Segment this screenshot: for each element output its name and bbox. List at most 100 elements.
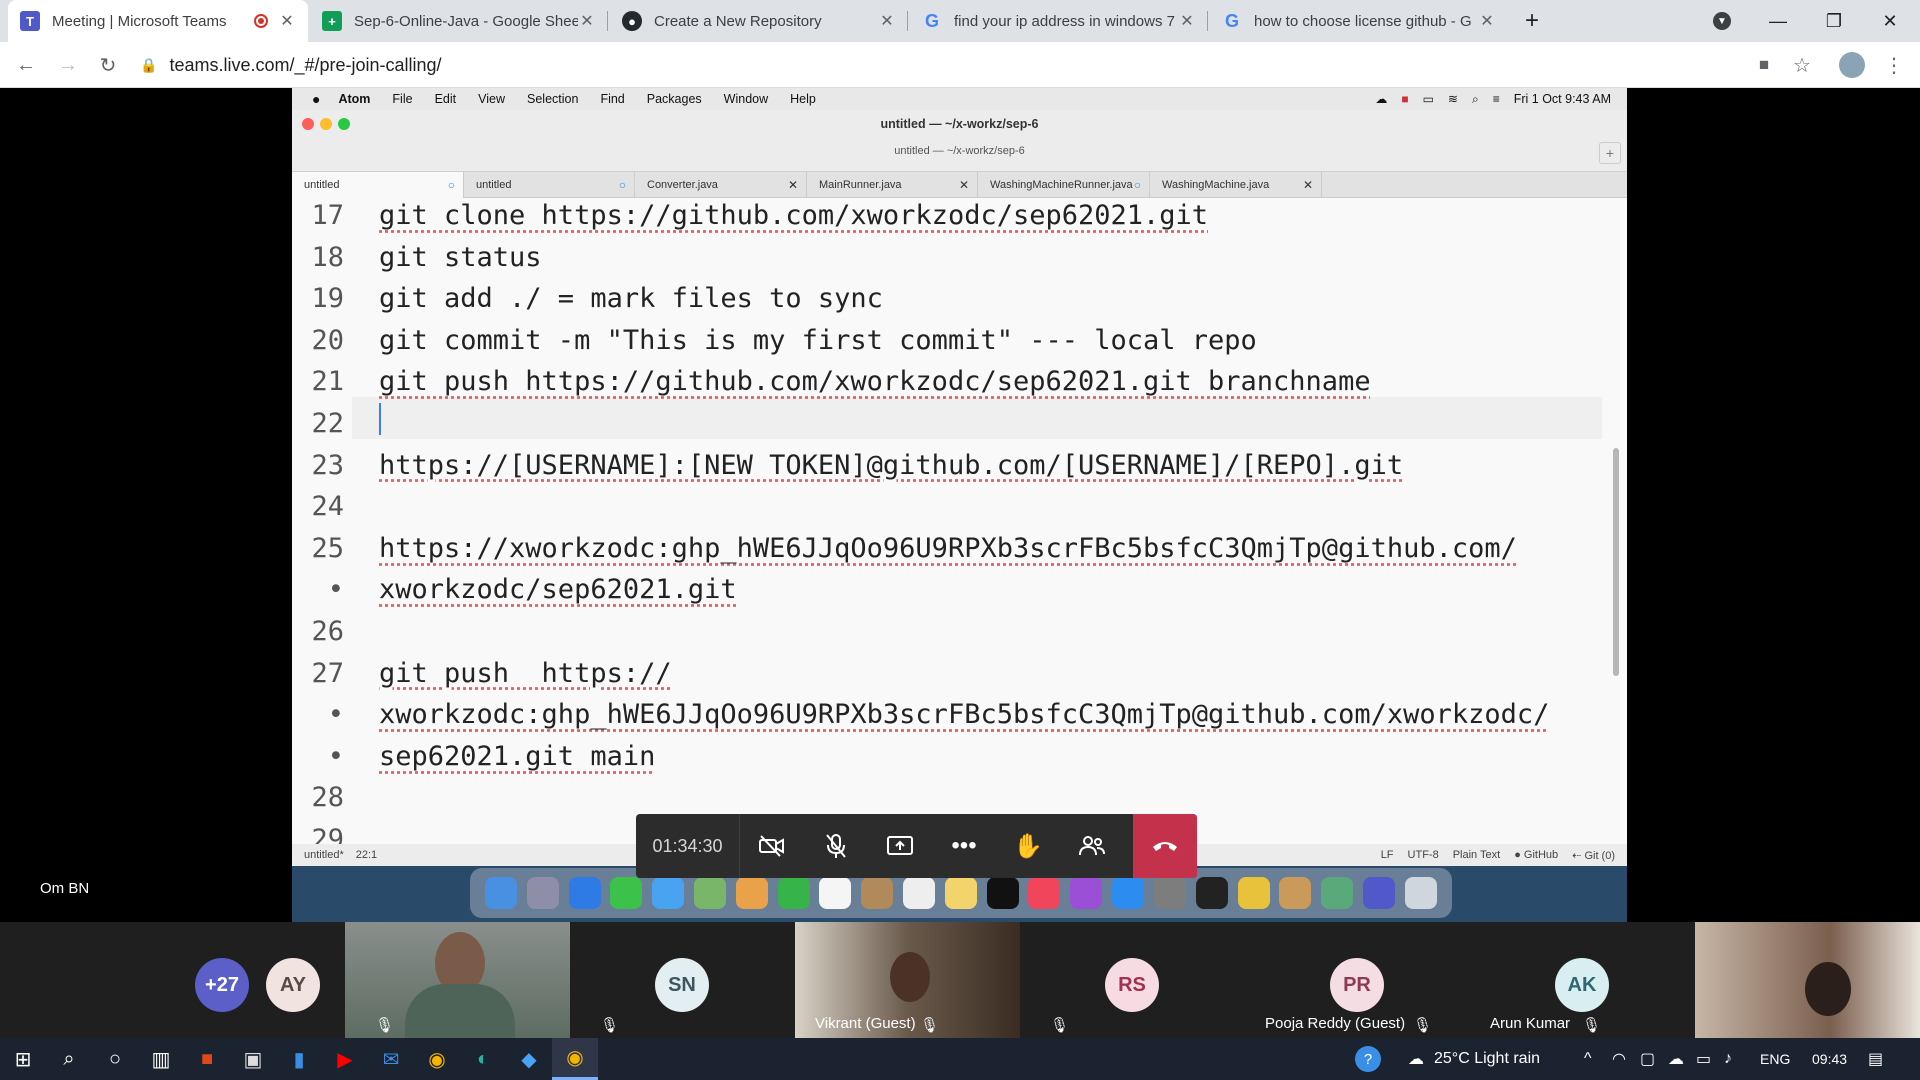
network-icon[interactable]: ◠ xyxy=(1612,1038,1626,1080)
add-tab-icon[interactable]: + xyxy=(1599,142,1621,164)
close-tab-icon[interactable]: ✕ xyxy=(1178,11,1196,31)
back-button[interactable]: ← xyxy=(10,42,42,88)
browser-tab-license[interactable]: G how to choose license github - G ✕ xyxy=(1210,0,1508,42)
participants-icon[interactable] xyxy=(1060,814,1124,878)
battery-tray-icon[interactable]: ▭ xyxy=(1696,1038,1711,1080)
app-store-icon[interactable] xyxy=(1112,877,1145,909)
windows-start-icon[interactable]: ⊞ xyxy=(0,1038,46,1080)
edge-icon[interactable]: ◐ xyxy=(460,1038,506,1080)
status-filename[interactable]: untitled* xyxy=(304,849,344,861)
apple-icon[interactable]: ● xyxy=(312,91,320,107)
chrome-icon[interactable] xyxy=(1237,877,1270,909)
browser-tab-ip[interactable]: G find your ip address in windows 7 ✕ xyxy=(910,0,1208,42)
store-icon[interactable]: ▣ xyxy=(230,1038,276,1080)
youtube-icon[interactable]: ▶ xyxy=(322,1038,368,1080)
browser-tab-github[interactable]: ● Create a New Repository ✕ xyxy=(610,0,908,42)
menu-help[interactable]: Help xyxy=(790,92,816,106)
minimize-button[interactable]: — xyxy=(1750,0,1806,42)
chrome-taskbar-icon[interactable]: ◉ xyxy=(414,1038,460,1080)
participant-tile-rs[interactable]: RS 🎙 xyxy=(1020,922,1245,1038)
atom-tab-mainrunner[interactable]: MainRunner.java ✕ xyxy=(807,172,978,198)
messages-icon[interactable] xyxy=(610,877,643,909)
participant-tile-ak[interactable]: AK Arun Kumar 🎙 xyxy=(1470,922,1695,1038)
status-git[interactable]: ⇠ Git (0) xyxy=(1572,849,1615,862)
camera-off-icon[interactable] xyxy=(740,814,804,878)
close-tab-icon[interactable]: ✕ xyxy=(1478,11,1496,31)
close-tab-icon[interactable]: ✕ xyxy=(959,178,969,192)
atom-tab-untitled-2[interactable]: untitled ○ xyxy=(464,172,635,198)
camera-icon[interactable]: ■ xyxy=(1748,42,1780,88)
notes-icon[interactable] xyxy=(944,877,977,909)
notifications-icon[interactable]: ▤ xyxy=(1868,1038,1883,1080)
new-tab-button[interactable]: + xyxy=(1504,0,1560,42)
volume-icon[interactable]: ♪ xyxy=(1724,1038,1732,1080)
status-github[interactable]: ● GitHub xyxy=(1514,849,1558,861)
app-icon[interactable]: ◆ xyxy=(506,1038,552,1080)
status-grammar[interactable]: Plain Text xyxy=(1453,849,1501,861)
reminders-icon[interactable] xyxy=(903,877,936,909)
safari-icon[interactable] xyxy=(568,877,601,909)
preview-icon[interactable] xyxy=(1279,877,1312,909)
menu-packages[interactable]: Packages xyxy=(647,92,702,106)
restore-button[interactable]: ❐ xyxy=(1806,0,1862,42)
trash-icon[interactable] xyxy=(1404,877,1437,909)
chrome-active-taskbar-icon[interactable]: ◉ xyxy=(552,1038,598,1080)
close-tab-icon[interactable]: ✕ xyxy=(278,11,296,31)
weather-widget[interactable]: ☁ 25°C Light rain xyxy=(1408,1038,1540,1080)
podcasts-icon[interactable] xyxy=(1070,877,1103,909)
menu-file[interactable]: File xyxy=(392,92,412,106)
terminal-icon[interactable] xyxy=(1195,877,1228,909)
calendar-icon[interactable] xyxy=(819,877,852,909)
meet-now-icon[interactable]: ▢ xyxy=(1640,1038,1655,1080)
mic-off-icon[interactable] xyxy=(804,814,868,878)
code-editor[interactable]: 17 git clone https://github.com/xworkzodc… xyxy=(292,198,1627,844)
facetime-icon[interactable] xyxy=(777,877,810,909)
menu-view[interactable]: View xyxy=(478,92,505,106)
bookmark-star-icon[interactable]: ☆ xyxy=(1786,42,1818,88)
office-icon[interactable]: ■ xyxy=(184,1038,230,1080)
status-encoding[interactable]: UTF-8 xyxy=(1408,849,1439,861)
hang-up-button[interactable] xyxy=(1133,814,1197,878)
participant-video-tile-vikrant[interactable]: Vikrant (Guest) 🎙 xyxy=(795,922,1020,1038)
launchpad-icon[interactable] xyxy=(526,877,559,909)
help-icon[interactable]: ? xyxy=(1355,1038,1381,1080)
share-screen-icon[interactable] xyxy=(868,814,932,878)
atom-tab-untitled-1[interactable]: untitled ○ xyxy=(292,172,464,198)
participant-video-tile-self[interactable] xyxy=(1695,922,1920,1038)
menu-window[interactable]: Window xyxy=(724,92,768,106)
mail-app-icon[interactable]: ✉ xyxy=(368,1038,414,1080)
close-tab-icon[interactable]: ✕ xyxy=(788,178,798,192)
close-window-button[interactable]: ✕ xyxy=(1862,0,1918,42)
atom-icon[interactable] xyxy=(1321,877,1354,909)
taskbar-clock[interactable]: 09:43 xyxy=(1812,1038,1847,1080)
teams-icon[interactable] xyxy=(1362,877,1395,909)
more-options-icon[interactable]: ••• xyxy=(932,814,996,878)
system-preferences-icon[interactable] xyxy=(1153,877,1186,909)
participant-tile-ay[interactable]: AY xyxy=(240,922,345,1038)
menu-selection[interactable]: Selection xyxy=(527,92,578,106)
menu-app-name[interactable]: Atom xyxy=(338,92,370,106)
participant-tile-pr[interactable]: PR Pooja Reddy (Guest) 🎙 xyxy=(1245,922,1470,1038)
language-indicator[interactable]: ENG xyxy=(1760,1038,1790,1080)
atom-tab-washingmachinerunner[interactable]: WashingMachineRunner.java ○ xyxy=(978,172,1150,198)
reload-button[interactable]: ↻ xyxy=(92,42,124,88)
close-tab-icon[interactable]: ✕ xyxy=(578,11,596,31)
finder-icon[interactable] xyxy=(484,877,517,909)
search-icon[interactable]: ⌕ xyxy=(46,1038,92,1080)
atom-tab-washingmachine[interactable]: WashingMachine.java ✕ xyxy=(1150,172,1322,198)
forward-button[interactable]: → xyxy=(52,42,84,88)
editor-scrollbar[interactable] xyxy=(1613,448,1619,676)
notepad-icon[interactable]: ▮ xyxy=(276,1038,322,1080)
status-line-ending[interactable]: LF xyxy=(1381,849,1394,861)
tab-search-icon[interactable]: ▼ xyxy=(1694,0,1750,42)
cortana-icon[interactable]: ○ xyxy=(92,1038,138,1080)
music-icon[interactable] xyxy=(1028,877,1061,909)
menu-edit[interactable]: Edit xyxy=(435,92,457,106)
show-hidden-icons[interactable]: ^ xyxy=(1584,1038,1592,1080)
address-bar[interactable]: 🔒 teams.live.com/_#/pre-join-calling/ xyxy=(140,47,1740,83)
photos-icon[interactable] xyxy=(735,877,768,909)
close-tab-icon[interactable]: ✕ xyxy=(878,11,896,31)
task-view-icon[interactable]: ▥ xyxy=(138,1038,184,1080)
status-cursor-position[interactable]: 22:1 xyxy=(356,849,377,861)
apple-tv-icon[interactable] xyxy=(986,877,1019,909)
